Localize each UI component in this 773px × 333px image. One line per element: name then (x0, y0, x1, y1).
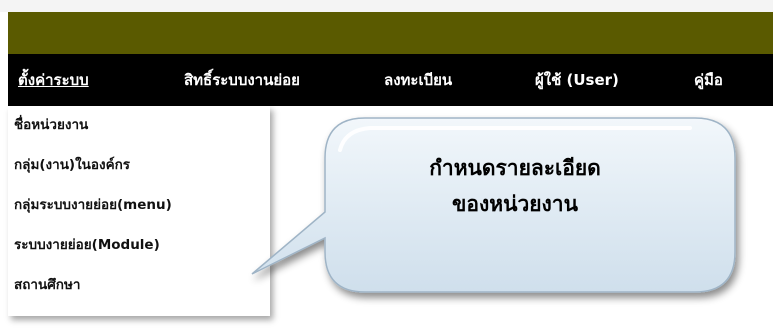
menu-settings[interactable]: ตั้งค่าระบบ (18, 68, 89, 92)
menu-user[interactable]: ผู้ใช้ (User) (535, 68, 619, 92)
dropdown-item-menu-groups[interactable]: กลุ่มระบบงายย่อย(menu) (14, 193, 172, 217)
dropdown-item-schools[interactable]: สถานศึกษา (14, 273, 80, 297)
dropdown-item-agency-name[interactable]: ชื่อหน่วยงาน (14, 113, 88, 137)
callout-line-1: กำหนดรายละเอียด (429, 156, 601, 180)
menu-subsystem-permissions[interactable]: สิทธิ์ระบบงานย่อย (184, 68, 300, 92)
callout-text: กำหนดรายละเอียด ของหน่วยงาน (365, 150, 665, 222)
dropdown-item-modules[interactable]: ระบบงายย่อย(Module) (14, 233, 160, 257)
menu-register[interactable]: ลงทะเบียน (384, 68, 452, 92)
main-menu-bar: ตั้งค่าระบบ สิทธิ์ระบบงานย่อย ลงทะเบียน … (8, 54, 773, 106)
menu-manual[interactable]: คู่มือ (694, 68, 723, 92)
top-strip (0, 0, 773, 12)
callout-line-2: ของหน่วยงาน (452, 192, 578, 216)
header-bar (8, 12, 773, 54)
dropdown-item-org-groups[interactable]: กลุ่ม(งาน)ในองค์กร (14, 153, 130, 177)
settings-dropdown-menu: ชื่อหน่วยงาน กลุ่ม(งาน)ในองค์กร กลุ่มระบ… (8, 106, 270, 316)
